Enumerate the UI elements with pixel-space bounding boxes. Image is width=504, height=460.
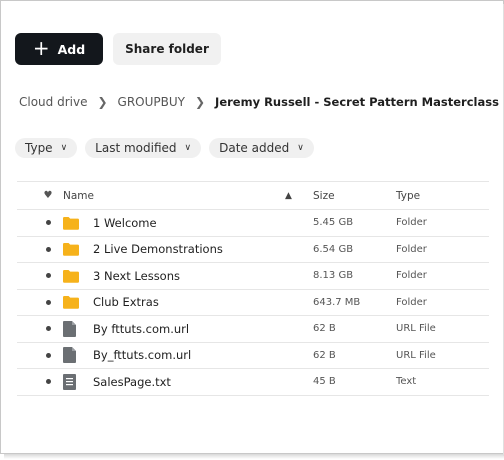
url-file-icon [63,316,76,342]
url-file-icon [63,343,76,369]
table-row[interactable]: By fttuts.com.url 62 B URL File [17,316,489,343]
folder-icon [63,290,79,316]
file-name[interactable]: By_fttuts.com.url [93,343,191,369]
folder-icon [63,237,79,263]
file-size: 8.13 GB [313,270,354,282]
file-type: URL File [396,323,436,335]
file-size: 5.45 GB [313,217,354,229]
file-name[interactable]: 3 Next Lessons [93,263,180,289]
file-name[interactable]: 1 Welcome [93,210,157,236]
window: + Add Share folder Cloud drive ❯ GROUPBU… [0,0,504,454]
table-header: ♥ Name ▲ Size Type [17,181,489,210]
column-size[interactable]: Size [313,182,335,209]
row-dot [43,210,53,236]
file-size: 62 B [313,349,336,361]
file-type: Folder [396,217,427,229]
row-dot [43,290,53,316]
sort-ascending-icon[interactable]: ▲ [285,182,292,209]
row-dot [43,369,53,395]
file-name[interactable]: SalesPage.txt [93,369,171,395]
row-dot [43,316,53,342]
filter-last-modified[interactable]: Last modified ∨ [85,138,202,158]
column-type[interactable]: Type [396,182,420,209]
breadcrumb-groupbuy[interactable]: GROUPBUY [118,95,185,109]
file-size: 6.54 GB [313,243,354,255]
plus-icon: + [32,36,50,60]
filter-last-modified-label: Last modified [95,141,177,155]
filter-type-label: Type [25,141,53,155]
file-type: URL File [396,349,436,361]
file-name[interactable]: By fttuts.com.url [93,316,189,342]
filter-bar: Type ∨ Last modified ∨ Date added ∨ [15,138,314,158]
table-row[interactable]: 3 Next Lessons 8.13 GB Folder [17,263,489,290]
folder-icon [63,210,79,236]
add-button[interactable]: + Add [15,33,103,65]
table-row[interactable]: By_fttuts.com.url 62 B URL File [17,343,489,369]
chevron-right-icon: ❯ [194,95,206,109]
window-shadow [4,454,504,459]
chevron-down-icon: ∨ [60,143,68,153]
file-name[interactable]: Club Extras [93,290,159,316]
breadcrumb-cloud-drive[interactable]: Cloud drive [19,95,87,109]
table-row[interactable]: 1 Welcome 5.45 GB Folder [17,210,489,237]
add-button-label: Add [57,41,86,57]
file-size: 45 B [313,376,336,388]
folder-icon [63,263,79,289]
column-name[interactable]: Name [63,182,94,209]
file-type: Folder [396,270,427,282]
filter-date-added-label: Date added [219,141,290,155]
file-size: 643.7 MB [313,296,361,308]
text-file-icon [63,369,76,395]
share-folder-button[interactable]: Share folder [113,33,221,65]
breadcrumb: Cloud drive ❯ GROUPBUY ❯ Jeremy Russell … [19,93,499,111]
row-dot [43,343,53,369]
chevron-down-icon: ∨ [184,143,192,153]
file-type: Text [396,376,417,388]
table-row[interactable]: 2 Live Demonstrations 6.54 GB Folder [17,237,489,263]
file-name[interactable]: 2 Live Demonstrations [93,237,223,263]
table-row[interactable]: Club Extras 643.7 MB Folder [17,290,489,316]
row-dot [43,263,53,289]
file-table: ♥ Name ▲ Size Type 1 Welcome 5.45 GB Folde… [17,181,489,396]
file-type: Folder [396,296,427,308]
file-type: Folder [396,243,427,255]
row-dot [43,237,53,263]
filter-date-added[interactable]: Date added ∨ [209,138,314,158]
file-size: 62 B [313,323,336,335]
filter-type[interactable]: Type ∨ [15,138,78,158]
favourite-heart-icon[interactable]: ♥ [43,182,53,209]
table-row[interactable]: SalesPage.txt 45 B Text [17,369,489,396]
breadcrumb-current-folder: Jeremy Russell - Secret Pattern Mastercl… [215,95,499,109]
chevron-down-icon: ∨ [297,143,304,153]
chevron-right-icon: ❯ [97,95,108,109]
share-folder-label: Share folder [125,42,209,56]
